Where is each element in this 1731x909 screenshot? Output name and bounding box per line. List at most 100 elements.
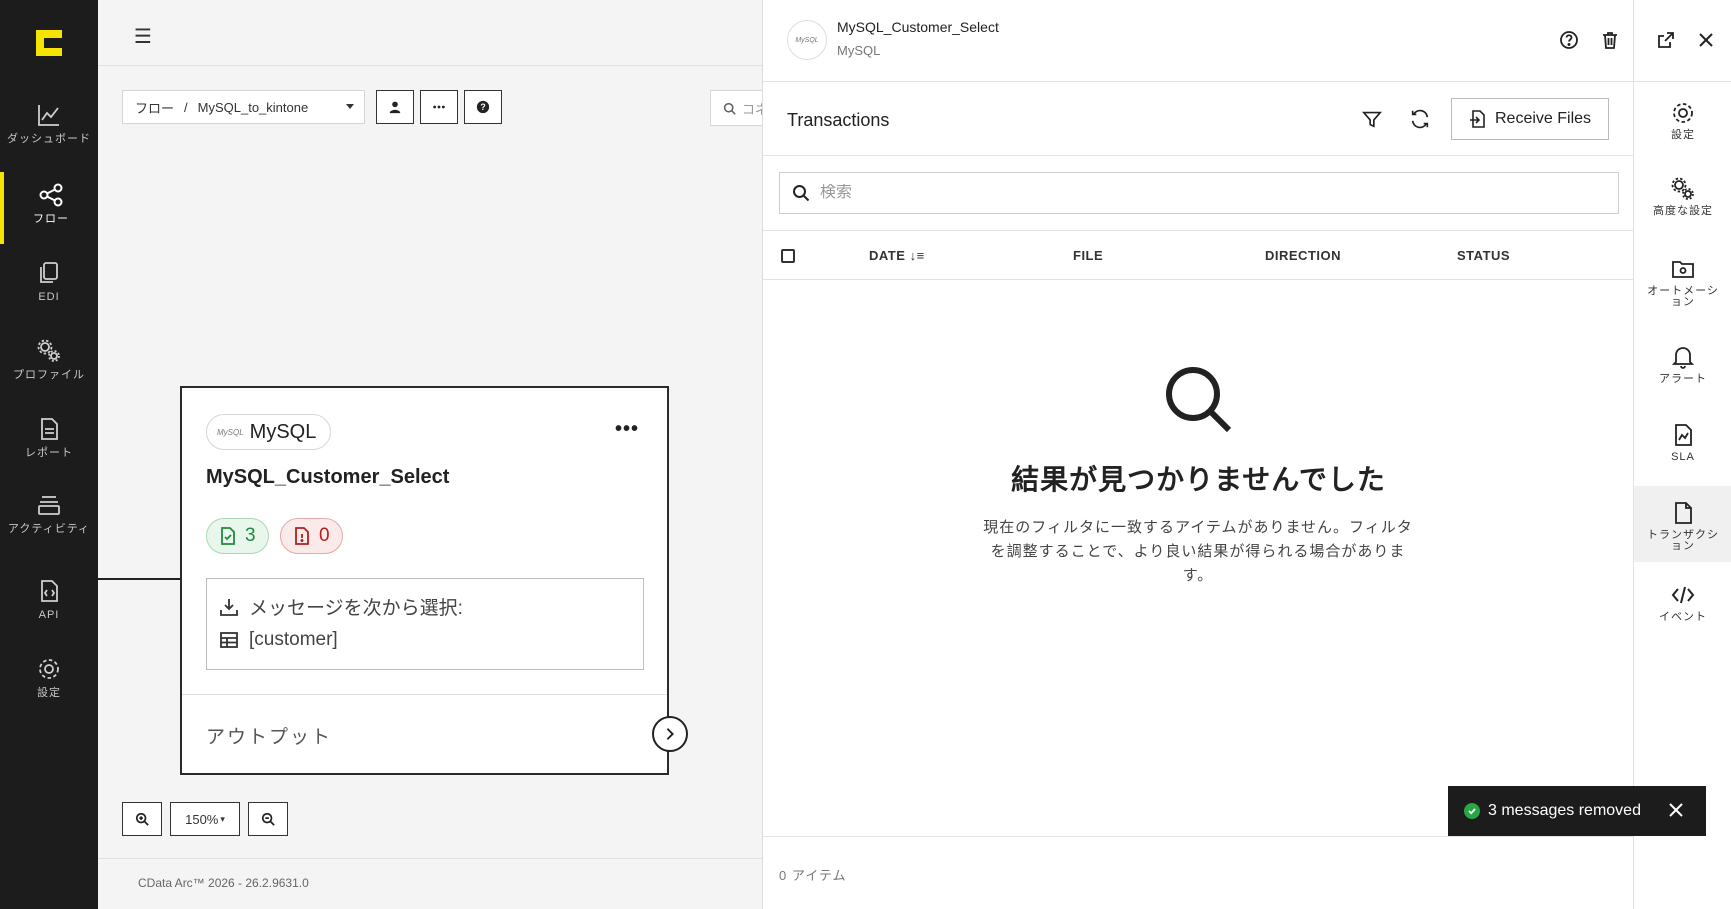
nav-item-label: API	[38, 609, 60, 621]
layers-icon	[38, 496, 60, 515]
error-count-badge[interactable]: 0	[280, 518, 343, 554]
empty-state: 結果が見つかりませんでした 現在のフィルタに一致するアイテムがありません。フィル…	[763, 280, 1634, 836]
column-file[interactable]: FILE	[1073, 248, 1103, 263]
panel-nav-automation[interactable]: オートメーション	[1634, 242, 1731, 322]
nav-item-profile[interactable]: プロファイル	[0, 328, 98, 400]
toast-notification: 3 messages removed	[1448, 786, 1706, 836]
column-status[interactable]: STATUS	[1457, 248, 1510, 263]
app-footer: CData Arc™ 2026 - 26.2.9631.0	[98, 858, 762, 909]
zoom-out-button[interactable]	[248, 802, 288, 836]
close-icon	[1699, 33, 1713, 47]
bell-icon	[1671, 347, 1695, 369]
code-icon	[1671, 586, 1695, 604]
panel-nav-settings[interactable]: 設定	[1634, 86, 1731, 158]
panel-nav-label: SLA	[1671, 451, 1695, 463]
column-date[interactable]: DATE ↓≡	[869, 248, 925, 263]
transactions-toolbar: Transactions Receive Files	[763, 82, 1634, 156]
select-all-checkbox[interactable]	[781, 249, 795, 263]
connector-search-input[interactable]: コネ	[710, 90, 770, 126]
top-bar: ☰	[98, 0, 762, 66]
check-circle-icon	[1464, 803, 1480, 819]
filter-button[interactable]	[1361, 108, 1385, 132]
transactions-search[interactable]	[779, 172, 1619, 214]
panel-side-nav: 設定 高度な設定 オートメーション アラート SLA トランザクション イベント	[1633, 82, 1731, 909]
success-count-badge[interactable]: 3	[206, 518, 269, 554]
connector-panel: MySQL MySQL_Customer_Select MySQL Transa…	[762, 0, 1634, 909]
gears-icon	[37, 339, 60, 362]
flow-selector[interactable]: フロー / MySQL_to_kintone	[122, 90, 365, 124]
caret-down-icon: ▾	[220, 813, 225, 824]
panel-title: MySQL_Customer_Select	[837, 19, 999, 35]
nav-item-flow[interactable]: フロー	[0, 172, 98, 244]
nav-item-label: レポート	[25, 447, 73, 459]
mysql-logo: MySQL	[217, 427, 244, 437]
message-source-box[interactable]: メッセージを次から選択: [customer]	[206, 578, 644, 670]
panel-header: MySQL MySQL_Customer_Select MySQL	[763, 0, 1634, 82]
hamburger-menu-icon[interactable]: ☰	[134, 24, 152, 49]
mysql-avatar: MySQL	[787, 20, 827, 60]
trash-icon	[1603, 32, 1617, 49]
chart-line-icon	[38, 105, 59, 126]
breadcrumb-root[interactable]: フロー	[135, 98, 174, 117]
panel-nav-label: イベント	[1659, 611, 1707, 623]
close-icon	[1669, 803, 1683, 817]
gears-icon	[1671, 177, 1694, 200]
svg-text:?: ?	[480, 102, 485, 112]
message-source-label: メッセージを次から選択:	[249, 598, 463, 619]
panel-nav-sla[interactable]: SLA	[1634, 408, 1731, 480]
receive-files-button[interactable]: Receive Files	[1451, 98, 1609, 140]
version-text: CData Arc™ 2026 - 26.2.9631.0	[138, 876, 309, 890]
output-connect-button[interactable]	[652, 716, 688, 752]
filter-icon	[1361, 111, 1383, 128]
open-external-button[interactable]	[1654, 28, 1678, 52]
panel-nav-label: 高度な設定	[1653, 205, 1713, 217]
question-circle-icon: ?	[476, 100, 490, 114]
share-nodes-icon	[39, 183, 63, 207]
file-import-icon	[1469, 110, 1485, 128]
user-button[interactable]	[376, 90, 414, 124]
search-input[interactable]	[820, 184, 1580, 202]
search-icon	[723, 102, 736, 115]
cdata-logo[interactable]	[34, 28, 64, 58]
panel-nav-label: アラート	[1659, 373, 1707, 385]
connector-type-chip: MySQL MySQL	[206, 414, 332, 450]
empty-title: 結果が見つかりませんでした	[1011, 464, 1386, 495]
api-file-icon	[41, 580, 58, 602]
gear-icon	[39, 659, 59, 679]
nav-item-api[interactable]: API	[0, 568, 98, 640]
sort-desc-icon: ↓≡	[909, 248, 925, 263]
panel-nav-alerts[interactable]: アラート	[1634, 330, 1731, 402]
delete-button[interactable]	[1598, 28, 1622, 52]
toast-close-button[interactable]	[1666, 800, 1686, 820]
nav-item-settings[interactable]: 設定	[0, 646, 98, 718]
nav-item-label: EDI	[38, 291, 60, 303]
help-button[interactable]: ?	[464, 90, 502, 124]
zoom-in-button[interactable]	[122, 802, 162, 836]
panel-nav-label: オートメーション	[1647, 285, 1719, 308]
external-link-icon	[1658, 32, 1674, 48]
nav-item-label: アクティビティ	[7, 523, 91, 535]
file-check-icon	[221, 527, 235, 545]
panel-nav-events[interactable]: イベント	[1634, 568, 1731, 640]
panel-nav-advanced[interactable]: 高度な設定	[1634, 162, 1731, 234]
column-direction[interactable]: DIRECTION	[1265, 248, 1341, 263]
node-menu-button[interactable]: •••	[615, 418, 639, 441]
help-button[interactable]	[1557, 28, 1581, 52]
success-count: 3	[245, 525, 256, 546]
nav-item-activity[interactable]: アクティビティ	[0, 482, 98, 554]
connector-line	[98, 578, 180, 580]
panel-nav-transactions[interactable]: トランザクション	[1634, 486, 1731, 562]
nav-item-edi[interactable]: EDI	[0, 250, 98, 322]
nav-item-report[interactable]: レポート	[0, 406, 98, 478]
connector-node[interactable]: MySQL MySQL ••• MySQL_Customer_Select 3 …	[180, 386, 688, 775]
close-panel-button[interactable]	[1694, 28, 1718, 52]
caret-down-icon	[346, 104, 354, 109]
magnifier-icon	[1166, 367, 1232, 433]
left-sidebar: ダッシュボード フロー EDI プロファイル レポート アクティビティ API …	[0, 0, 98, 909]
nav-item-dashboard[interactable]: ダッシュボード	[0, 92, 98, 164]
table-icon	[220, 632, 238, 648]
node-title: MySQL_Customer_Select	[206, 466, 450, 488]
zoom-level-select[interactable]: 150% ▾	[170, 802, 240, 836]
more-options-button[interactable]	[420, 90, 458, 124]
refresh-button[interactable]	[1409, 108, 1433, 132]
